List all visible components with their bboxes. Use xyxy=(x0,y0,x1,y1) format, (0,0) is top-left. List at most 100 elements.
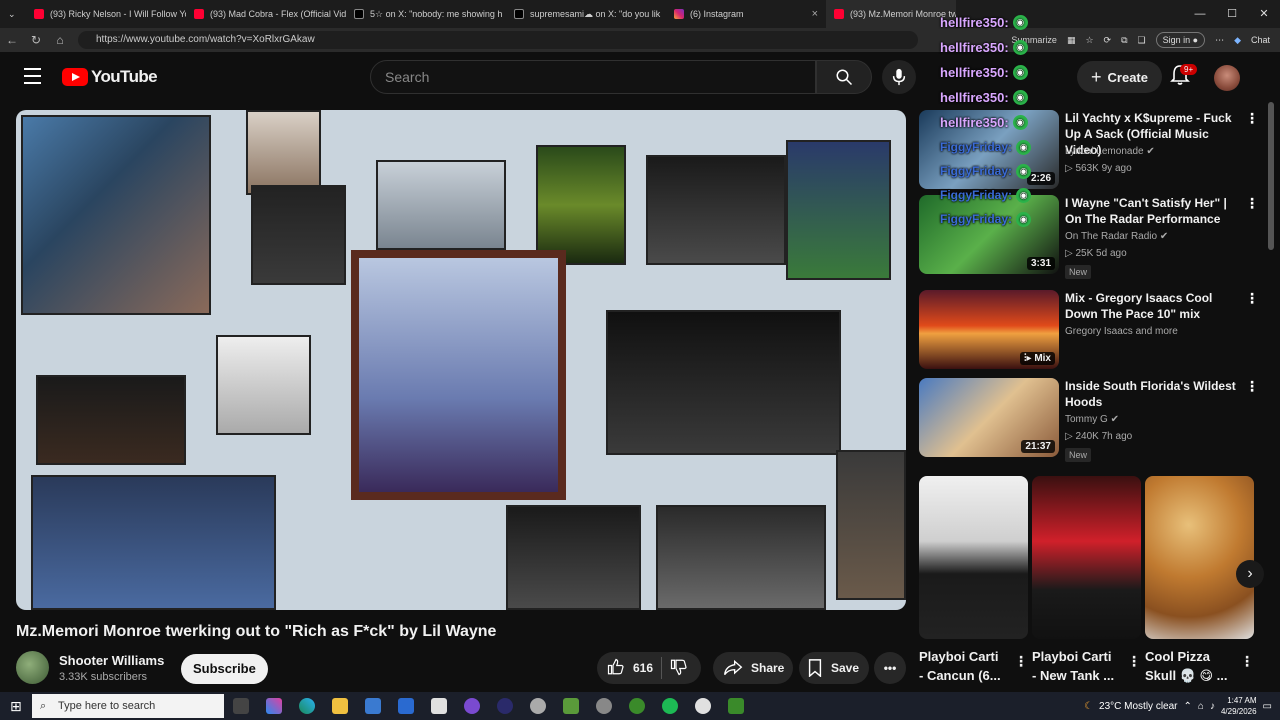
share-button[interactable]: Share xyxy=(713,652,793,684)
favorite-icon[interactable]: ☆ xyxy=(1085,35,1093,46)
recommendation-title[interactable]: Inside South Florida's Wildest Hoods xyxy=(1065,378,1240,410)
store-icon[interactable] xyxy=(365,698,381,714)
tab-list-button[interactable]: ⌄ xyxy=(0,0,26,28)
browser-tab-bar: ⌄ (93) Ricky Nelson - I Will Follow Yo× … xyxy=(0,0,1280,28)
app-icon[interactable] xyxy=(695,698,711,714)
recommendation-channel[interactable]: Tommy G ✔ xyxy=(1065,414,1119,425)
new-badge: New xyxy=(1065,448,1092,462)
close-window-icon[interactable]: ✕ xyxy=(1248,0,1280,28)
voice-search-button[interactable] xyxy=(882,60,916,94)
recommendation-item[interactable]: ⫶▸ Mix Mix - Gregory Isaacs Cool Down Th… xyxy=(919,290,1264,374)
recommendation-title[interactable]: Mix - Gregory Isaacs Cool Down The Pace … xyxy=(1065,290,1240,322)
app-icon[interactable] xyxy=(563,698,579,714)
recommendation-channel[interactable]: Lyrical Lemonade ✔ xyxy=(1065,146,1155,157)
divider xyxy=(661,657,663,679)
address-bar[interactable]: https://www.youtube.com/watch?v=XoRlxrGA… xyxy=(78,31,918,49)
taskbar-search[interactable]: ⌕ Type here to search xyxy=(32,694,224,718)
more-vertical-icon[interactable]: ⋮ xyxy=(1127,653,1141,670)
like-button[interactable] xyxy=(597,658,633,679)
more-vertical-icon[interactable]: ⋮ xyxy=(1245,110,1259,127)
scrollbar[interactable] xyxy=(1268,102,1274,250)
video-thumbnail[interactable]: 21:37 xyxy=(919,378,1059,457)
youtube-logo[interactable]: YouTube xyxy=(62,67,158,87)
clock[interactable]: 1:47 AM 4/29/2026 xyxy=(1221,695,1257,717)
app-icon[interactable] xyxy=(497,698,513,714)
windows-start-icon[interactable]: ⊞ xyxy=(10,698,22,715)
short-title[interactable]: Playboi Carti - New Tank ... xyxy=(1032,647,1116,685)
search-icon: ⌕ xyxy=(40,700,47,712)
chevron-down-icon: ⌄ xyxy=(8,8,16,19)
create-button[interactable]: + Create xyxy=(1077,61,1162,93)
app-icon[interactable] xyxy=(629,698,645,714)
copilot-icon[interactable]: ◆ xyxy=(1234,35,1241,46)
more-vertical-icon[interactable]: ⋮ xyxy=(1014,653,1028,670)
search-input[interactable]: Search xyxy=(370,60,816,94)
xbox-icon[interactable] xyxy=(728,698,744,714)
recommendation-item[interactable]: 21:37 Inside South Florida's Wildest Hoo… xyxy=(919,378,1264,462)
more-vertical-icon[interactable]: ⋮ xyxy=(1245,195,1259,212)
more-vertical-icon[interactable]: ⋮ xyxy=(1245,290,1259,307)
spotify-icon[interactable] xyxy=(662,698,678,714)
notification-center-icon[interactable]: ▭ xyxy=(1263,701,1272,712)
refresh-extension-icon[interactable]: ⟳ xyxy=(1104,35,1112,46)
copilot-icon[interactable] xyxy=(266,698,282,714)
short-title[interactable]: Playboi Carti - Cancun (6... xyxy=(919,647,1003,685)
network-icon[interactable]: ⌂ xyxy=(1198,701,1204,712)
short-thumbnail[interactable] xyxy=(1145,476,1254,639)
browser-tab[interactable]: 5☆ on X: "nobody: me showing h× xyxy=(346,0,506,28)
more-vertical-icon[interactable]: ⋮ xyxy=(1245,378,1259,395)
search-button[interactable] xyxy=(816,60,872,94)
browser-tab[interactable]: (93) Mad Cobra - Flex (Official Vid× xyxy=(186,0,346,28)
recommendation-channel[interactable]: On The Radar Radio ✔ xyxy=(1065,231,1168,242)
settings-icon[interactable] xyxy=(596,698,612,714)
recommendation-title[interactable]: I Wayne "Can't Satisfy Her" | On The Rad… xyxy=(1065,195,1240,227)
short-thumbnail[interactable] xyxy=(1032,476,1141,639)
shorts-next-button[interactable]: › xyxy=(1236,560,1264,588)
more-icon[interactable]: ⋯ xyxy=(1215,35,1224,46)
account-avatar[interactable] xyxy=(1214,65,1240,91)
chat-button[interactable]: Chat xyxy=(1251,35,1270,45)
video-thumbnail[interactable]: ⫶▸ Mix xyxy=(919,290,1059,369)
video-player[interactable] xyxy=(16,110,906,610)
tray-chevron-icon[interactable]: ⌃ xyxy=(1184,701,1192,712)
browser-tab[interactable]: supremesami☁ on X: "do you lik× xyxy=(506,0,666,28)
reader-icon[interactable]: ▦ xyxy=(1067,35,1076,46)
mail-icon[interactable] xyxy=(398,698,414,714)
channel-name[interactable]: Shooter Williams xyxy=(59,653,164,668)
chat-username: FiggyFriday: xyxy=(940,212,1013,226)
short-thumbnail[interactable] xyxy=(919,476,1028,639)
browser-tab[interactable]: (6) Instagram × xyxy=(666,0,826,28)
volume-icon[interactable]: ♪ xyxy=(1210,701,1215,712)
app-icon[interactable] xyxy=(464,698,480,714)
file-explorer-icon[interactable] xyxy=(332,698,348,714)
menu-icon[interactable] xyxy=(24,68,41,89)
short-item[interactable]: Playboi Carti - Cancun (6... ⋮ xyxy=(919,476,1028,685)
close-icon[interactable]: × xyxy=(806,8,818,20)
maximize-icon[interactable]: ☐ xyxy=(1216,0,1248,28)
collections-icon[interactable]: ❑ xyxy=(1138,35,1146,46)
extensions-icon[interactable]: ⧉ xyxy=(1121,35,1127,46)
minimize-icon[interactable]: — xyxy=(1184,0,1216,28)
subscribe-button[interactable]: Subscribe xyxy=(181,654,268,684)
sign-in-button[interactable]: Sign in ● xyxy=(1155,32,1206,48)
app-icon[interactable] xyxy=(530,698,546,714)
short-item[interactable]: Playboi Carti - New Tank ... ⋮ xyxy=(1032,476,1141,685)
short-title[interactable]: Cool Pizza Skull 💀 😋 ... xyxy=(1145,647,1229,685)
back-icon[interactable]: ← xyxy=(0,33,24,47)
recommendation-channel[interactable]: Gregory Isaacs and more xyxy=(1065,326,1178,337)
channel-avatar[interactable] xyxy=(16,651,49,684)
refresh-icon[interactable]: ↻ xyxy=(24,33,48,47)
save-button[interactable]: Save xyxy=(799,652,869,684)
weather-text[interactable]: 23°C Mostly clear xyxy=(1099,701,1177,712)
home-icon[interactable]: ⌂ xyxy=(48,33,72,47)
more-vertical-icon[interactable]: ⋮ xyxy=(1240,653,1254,670)
browser-tab[interactable]: (93) Ricky Nelson - I Will Follow Yo× xyxy=(26,0,186,28)
edge-icon[interactable] xyxy=(299,698,315,714)
like-count: 616 xyxy=(633,661,654,675)
task-view-icon[interactable] xyxy=(233,698,249,714)
document-icon[interactable] xyxy=(431,698,447,714)
more-actions-button[interactable]: ••• xyxy=(874,652,906,684)
system-tray: ☾ 23°C Mostly clear ⌃ ⌂ ♪ 1:47 AM 4/29/20… xyxy=(1084,692,1280,720)
dislike-button[interactable] xyxy=(670,658,688,679)
browser-tab-active[interactable]: (93) Mz.Memori Monroe tw xyxy=(826,0,956,28)
